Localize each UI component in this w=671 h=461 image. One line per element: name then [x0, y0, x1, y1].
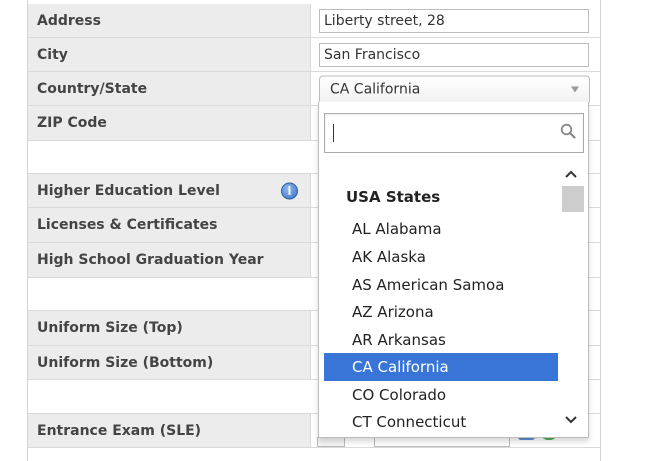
- exam-date-input-partial[interactable]: [374, 437, 510, 447]
- address-input[interactable]: [319, 8, 589, 33]
- list-item[interactable]: CO Colorado: [324, 381, 558, 409]
- country-state-row: Country/State CA California: [28, 72, 600, 106]
- list-item[interactable]: AZ Arizona: [324, 298, 558, 326]
- dropdown-options-list: USA States AL Alabama AK Alaska AS Ameri…: [324, 160, 559, 436]
- list-item[interactable]: AR Arkansas: [324, 326, 558, 354]
- licenses-label: Licenses & Certificates: [37, 217, 218, 233]
- chevron-up-icon[interactable]: [560, 164, 582, 184]
- dropdown-arrow-icon: [571, 86, 579, 92]
- state-dropdown: USA States AL Alabama AK Alaska AS Ameri…: [318, 102, 589, 438]
- country-state-label: Country/State: [37, 80, 148, 97]
- city-row: City: [28, 38, 600, 72]
- list-item-selected[interactable]: CA California: [324, 353, 558, 381]
- country-state-select[interactable]: CA California: [319, 75, 590, 102]
- text-cursor: [333, 124, 334, 142]
- list-item[interactable]: AS American Samoa: [324, 271, 558, 299]
- zip-label: ZIP Code: [37, 115, 107, 131]
- group-label: USA States: [346, 188, 441, 206]
- country-state-selected-value: CA California: [330, 81, 421, 97]
- city-input[interactable]: [319, 42, 589, 67]
- address-label: Address: [37, 12, 101, 29]
- info-icon[interactable]: i: [281, 182, 298, 199]
- uniform-bottom-label: Uniform Size (Bottom): [37, 354, 214, 371]
- search-icon: [560, 123, 576, 139]
- list-item[interactable]: AL Alabama: [324, 215, 558, 243]
- scrollbar-thumb[interactable]: [562, 186, 584, 212]
- list-item[interactable]: AK Alaska: [324, 243, 558, 271]
- city-label: City: [37, 46, 68, 63]
- entrance-exam-label: Entrance Exam (SLE): [37, 422, 202, 439]
- address-row: Address: [28, 4, 600, 38]
- chevron-down-icon[interactable]: [560, 410, 582, 430]
- graduation-year-label: High School Graduation Year: [37, 252, 264, 268]
- higher-education-label: Higher Education Level: [37, 182, 220, 199]
- list-item[interactable]: CT Connecticut: [324, 408, 558, 436]
- exam-control-partial[interactable]: [317, 437, 345, 447]
- dropdown-scrollbar[interactable]: [560, 160, 584, 436]
- dropdown-search-input[interactable]: [324, 113, 584, 153]
- uniform-top-label: Uniform Size (Top): [37, 320, 183, 336]
